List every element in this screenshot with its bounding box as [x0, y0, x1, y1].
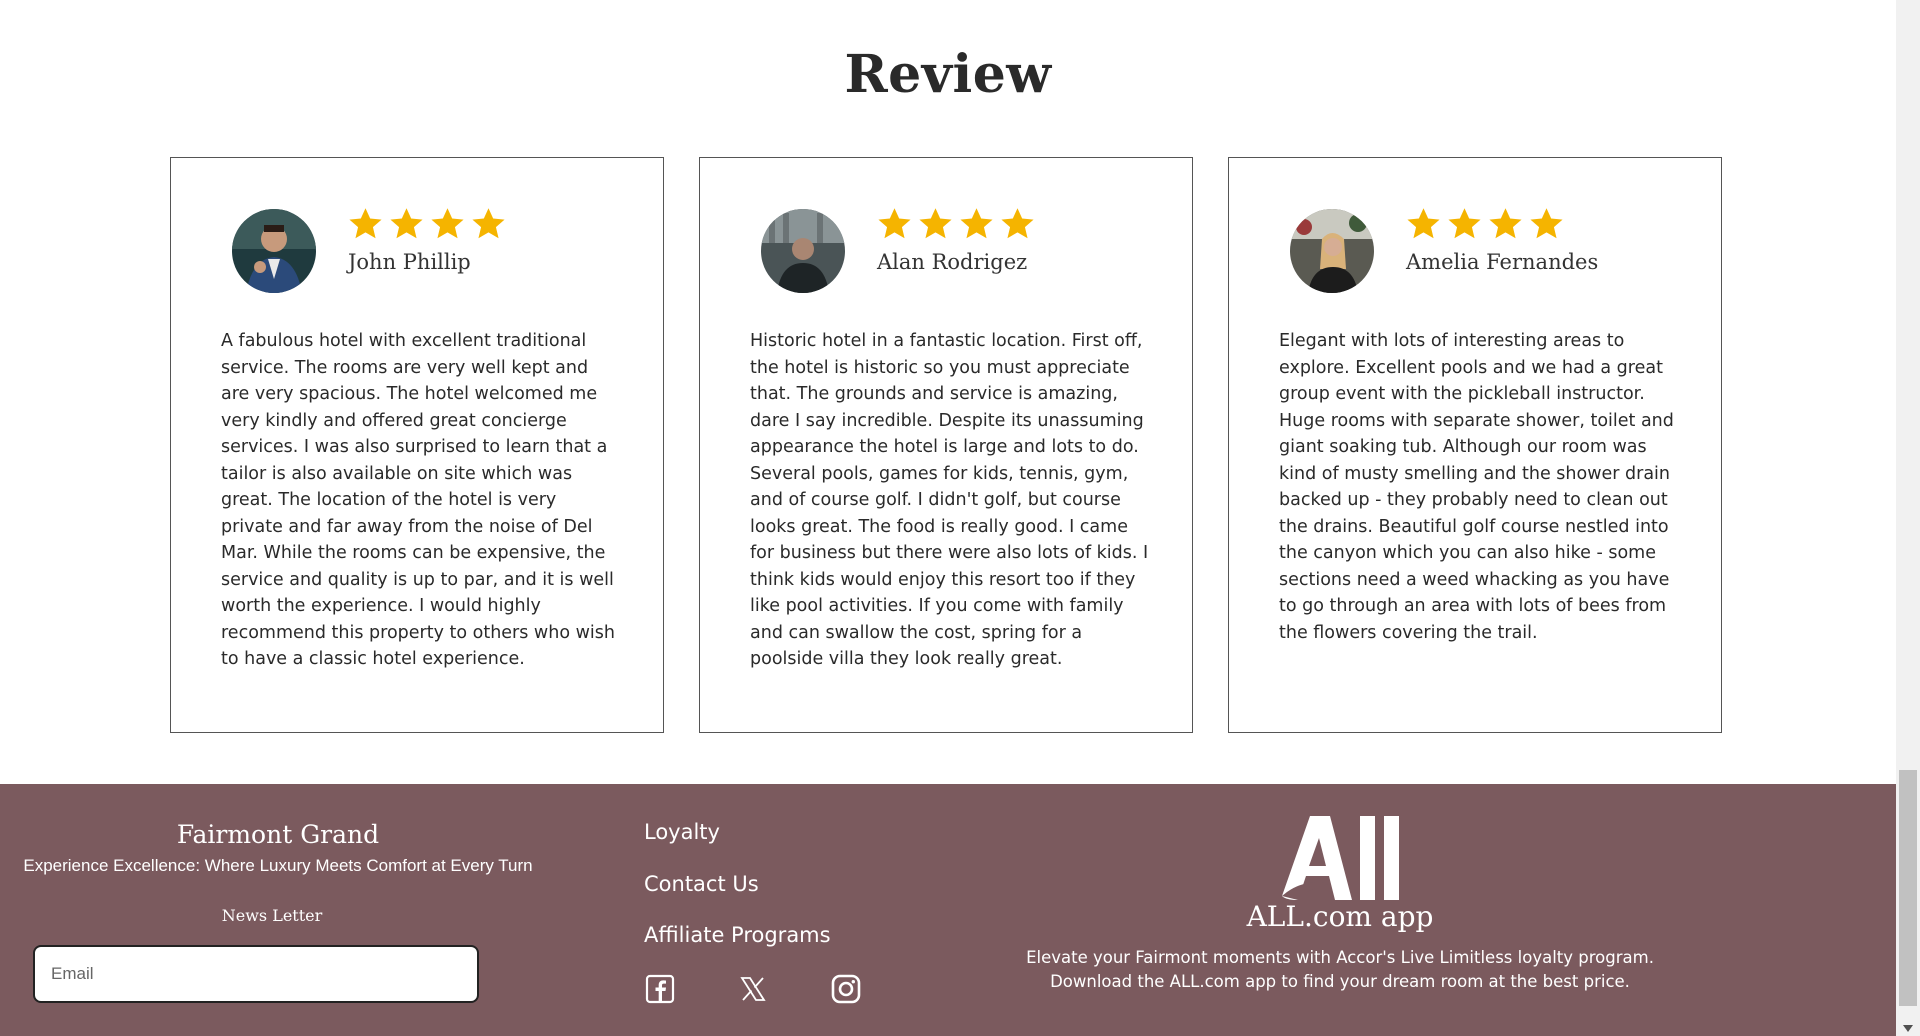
star-icon — [1001, 208, 1034, 239]
scrollbar-thumb[interactable] — [1899, 770, 1917, 1006]
rating-stars — [877, 206, 1035, 241]
rating-stars — [1406, 206, 1564, 241]
star-icon — [349, 208, 382, 239]
contact-us-link[interactable]: Contact Us — [644, 872, 759, 896]
newsletter-label: News Letter — [221, 906, 323, 925]
review-card-2: Alan Rodrigez Historic hotel in a fantas… — [699, 157, 1193, 733]
star-icon — [431, 208, 464, 239]
x-twitter-icon[interactable] — [738, 974, 768, 1004]
brand-name: Fairmont Grand — [176, 820, 380, 849]
footer: Fairmont Grand Experience Excellence: Wh… — [0, 784, 1896, 1036]
affiliate-programs-link[interactable]: Affiliate Programs — [644, 923, 831, 947]
reviewer-name: Amelia Fernandes — [1406, 250, 1599, 274]
app-title: ALL.com app — [1246, 900, 1434, 933]
reviewer-avatar — [761, 209, 845, 293]
star-icon — [878, 208, 911, 239]
app-description-line-2: Download the ALL.com app to find your dr… — [1050, 972, 1630, 991]
review-text: Historic hotel in a fantastic location. … — [750, 331, 1149, 669]
review-heading: Review — [844, 44, 1052, 105]
star-icon — [960, 208, 993, 239]
instagram-icon[interactable] — [831, 974, 861, 1004]
scroll-down-arrow-icon[interactable] — [1903, 1025, 1913, 1032]
reviewer-avatar — [232, 209, 316, 293]
star-icon — [1489, 208, 1522, 239]
star-icon — [919, 208, 952, 239]
reviewer-name: John Phillip — [348, 250, 471, 274]
star-icon — [390, 208, 423, 239]
reviewer-avatar — [1290, 209, 1374, 293]
reviewer-name: Alan Rodrigez — [877, 250, 1028, 274]
star-icon — [1530, 208, 1563, 239]
vertical-scrollbar[interactable] — [1896, 0, 1920, 1036]
facebook-icon[interactable] — [645, 974, 675, 1004]
rating-stars — [348, 206, 506, 241]
star-icon — [1407, 208, 1440, 239]
review-text: A fabulous hotel with excellent traditio… — [221, 331, 615, 669]
all-logo — [1282, 816, 1399, 900]
review-text: Elegant with lots of interesting areas t… — [1279, 331, 1674, 643]
app-description: Elevate your Fairmont moments with Accor… — [960, 946, 1720, 994]
app-description-line-1: Elevate your Fairmont moments with Accor… — [1026, 948, 1654, 967]
review-card-3: Amelia Fernandes Elegant with lots of in… — [1228, 157, 1722, 733]
star-icon — [472, 208, 505, 239]
loyalty-link[interactable]: Loyalty — [644, 820, 720, 844]
star-icon — [1448, 208, 1481, 239]
review-card-1: John Phillip A fabulous hotel with excel… — [170, 157, 664, 733]
newsletter-email-input[interactable] — [33, 945, 479, 1003]
page: Review John Phillip A fabulous hotel wit… — [0, 0, 1896, 1036]
brand-tagline: Experience Excellence: Where Luxury Meet… — [23, 856, 533, 875]
